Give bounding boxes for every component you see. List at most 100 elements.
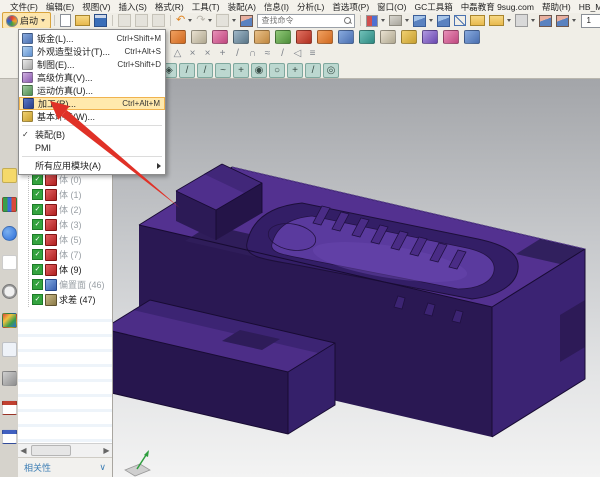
feature-tool-icon[interactable] xyxy=(254,30,270,44)
snap-point-icon[interactable]: + xyxy=(287,63,303,78)
menu-item-shape-studio[interactable]: 外观造型设计(T)... Ctrl+Alt+S xyxy=(19,45,165,58)
feature-tool-icon[interactable] xyxy=(296,30,312,44)
tree-row[interactable]: ✓ 偏置面 (46) xyxy=(29,277,112,292)
menu-item-assemblies[interactable]: ✓ 装配(B) xyxy=(19,128,165,141)
feature-tool-icon[interactable] xyxy=(317,30,333,44)
feature-tool-icon[interactable] xyxy=(464,30,480,44)
show-hide-icon[interactable] xyxy=(470,15,485,26)
horizontal-scrollbar[interactable]: ◀ ▶ xyxy=(18,443,112,457)
menubar-item[interactable]: 文件(F) xyxy=(6,1,42,13)
menubar-item[interactable]: 帮助(H) xyxy=(538,1,575,13)
web-browser-icon[interactable] xyxy=(2,255,17,270)
menubar-item[interactable]: 中磊教育 9sug.com xyxy=(457,1,538,13)
scroll-right-icon[interactable]: ▶ xyxy=(101,445,112,457)
tree-row[interactable]: ✓ 体 (9) xyxy=(29,262,112,277)
graphics-viewport[interactable] xyxy=(113,78,600,477)
sketch-tool-icon[interactable]: / xyxy=(230,46,245,61)
mold-model[interactable] xyxy=(113,79,600,477)
undo-dropdown-icon[interactable] xyxy=(188,19,192,22)
checkbox-icon[interactable]: ✓ xyxy=(32,249,43,260)
tree-row[interactable]: ✓ 求差 (47) xyxy=(29,292,112,307)
menubar-item[interactable]: 视图(V) xyxy=(78,1,114,13)
checkbox-icon[interactable]: ✓ xyxy=(32,204,43,215)
menubar-item[interactable]: HB_MOULD M6.6 xyxy=(575,2,600,12)
repeat-command-icon[interactable] xyxy=(216,14,229,27)
checkbox-icon[interactable]: ✓ xyxy=(32,219,43,230)
menubar-item[interactable]: 分析(L) xyxy=(293,1,328,13)
redo-dropdown-icon[interactable] xyxy=(208,19,212,22)
background-icon[interactable] xyxy=(515,14,528,27)
background-dropdown-icon[interactable] xyxy=(531,19,535,22)
tree-row[interactable]: ✓ 体 (7) xyxy=(29,247,112,262)
feature-tool-icon[interactable] xyxy=(422,30,438,44)
system-scenes-icon[interactable] xyxy=(2,400,17,415)
repeat-dropdown-icon[interactable] xyxy=(232,19,236,22)
history-icon[interactable] xyxy=(2,284,17,299)
process-studio-icon[interactable] xyxy=(2,313,17,328)
manufacturing-wizard-icon[interactable] xyxy=(2,342,17,357)
clip-section-icon[interactable] xyxy=(556,15,569,27)
hd3d-tools-icon[interactable] xyxy=(2,226,17,241)
new-file-icon[interactable] xyxy=(60,14,71,27)
sketch-tool-icon[interactable]: ≡ xyxy=(305,46,320,61)
wireframe-view-icon[interactable] xyxy=(454,15,466,26)
hide-dropdown-icon[interactable] xyxy=(507,19,511,22)
menubar-item[interactable]: 编辑(E) xyxy=(42,1,78,13)
feature-tool-icon[interactable] xyxy=(170,30,186,44)
menu-item-drafting[interactable]: 制图(E)... Ctrl+Shift+D xyxy=(19,58,165,71)
roles-icon[interactable] xyxy=(2,371,17,386)
section-view-icon[interactable] xyxy=(539,15,552,27)
menubar-item[interactable]: 工具(T) xyxy=(188,1,224,13)
snap-point-icon[interactable]: / xyxy=(179,63,195,78)
tree-row[interactable]: ✓ 体 (1) xyxy=(29,187,112,202)
sketch-tool-icon[interactable]: × xyxy=(185,46,200,61)
feature-tool-icon[interactable] xyxy=(233,30,249,44)
shaded-edges-view-icon[interactable] xyxy=(437,15,450,27)
snap-point-icon[interactable]: ~ xyxy=(215,63,231,78)
undo-icon[interactable]: ↶ xyxy=(176,15,185,26)
shaded-view-icon[interactable] xyxy=(413,15,426,27)
save-icon[interactable] xyxy=(94,14,107,27)
snap-point-icon[interactable]: + xyxy=(233,63,249,78)
command-search-input[interactable] xyxy=(258,15,341,27)
feature-tool-icon[interactable] xyxy=(212,30,228,44)
menu-item-gateway[interactable]: 基本环境(W)... xyxy=(19,110,165,123)
sketch-tool-icon[interactable]: × xyxy=(200,46,215,61)
menu-item-advanced-sim[interactable]: 高级仿真(V)... xyxy=(19,71,165,84)
reuse-library-icon[interactable] xyxy=(2,197,17,212)
menubar-item[interactable]: 窗口(O) xyxy=(373,1,410,13)
menubar-item[interactable]: 信息(I) xyxy=(260,1,293,13)
feature-tool-icon[interactable] xyxy=(359,30,375,44)
feature-tool-icon[interactable] xyxy=(443,30,459,44)
checkbox-icon[interactable]: ✓ xyxy=(32,279,43,290)
checkbox-icon[interactable]: ✓ xyxy=(32,174,43,185)
rotate-dropdown-icon[interactable] xyxy=(405,19,409,22)
snap-point-icon[interactable]: / xyxy=(305,63,321,78)
menubar-item[interactable]: 装配(A) xyxy=(224,1,260,13)
sketch-tool-icon[interactable]: △ xyxy=(170,46,185,61)
open-file-icon[interactable] xyxy=(75,15,90,26)
checkbox-icon[interactable]: ✓ xyxy=(32,264,43,275)
feature-tool-icon[interactable] xyxy=(191,30,207,44)
checkbox-icon[interactable]: ✓ xyxy=(32,234,43,245)
menu-item-all-applications[interactable]: 所有应用模块(A) xyxy=(19,159,165,172)
feature-tool-icon[interactable] xyxy=(275,30,291,44)
menubar-item[interactable]: 插入(S) xyxy=(115,1,151,13)
layout-dropdown-icon[interactable] xyxy=(381,19,385,22)
scroll-left-icon[interactable]: ◀ xyxy=(18,445,29,457)
sketch-tool-icon[interactable]: ≈ xyxy=(260,46,275,61)
snap-point-icon[interactable]: ○ xyxy=(269,63,285,78)
command-search-box[interactable] xyxy=(257,14,355,28)
work-layer-combo[interactable]: 1 xyxy=(581,14,600,28)
sketch-tool-icon[interactable]: ◁ xyxy=(290,46,305,61)
templates-icon[interactable] xyxy=(2,429,17,444)
tree-row[interactable]: ✓ 体 (2) xyxy=(29,202,112,217)
checkbox-icon[interactable]: ✓ xyxy=(32,294,43,305)
menubar-item[interactable]: 格式(R) xyxy=(151,1,188,13)
window-layout-icon[interactable] xyxy=(366,15,378,27)
snap-point-icon[interactable]: ◎ xyxy=(323,63,339,78)
copy-icon[interactable] xyxy=(135,14,148,27)
sketch-tool-icon[interactable]: ∩ xyxy=(245,46,260,61)
cut-icon[interactable] xyxy=(118,14,131,27)
menu-item-pmi[interactable]: PMI xyxy=(19,141,165,154)
